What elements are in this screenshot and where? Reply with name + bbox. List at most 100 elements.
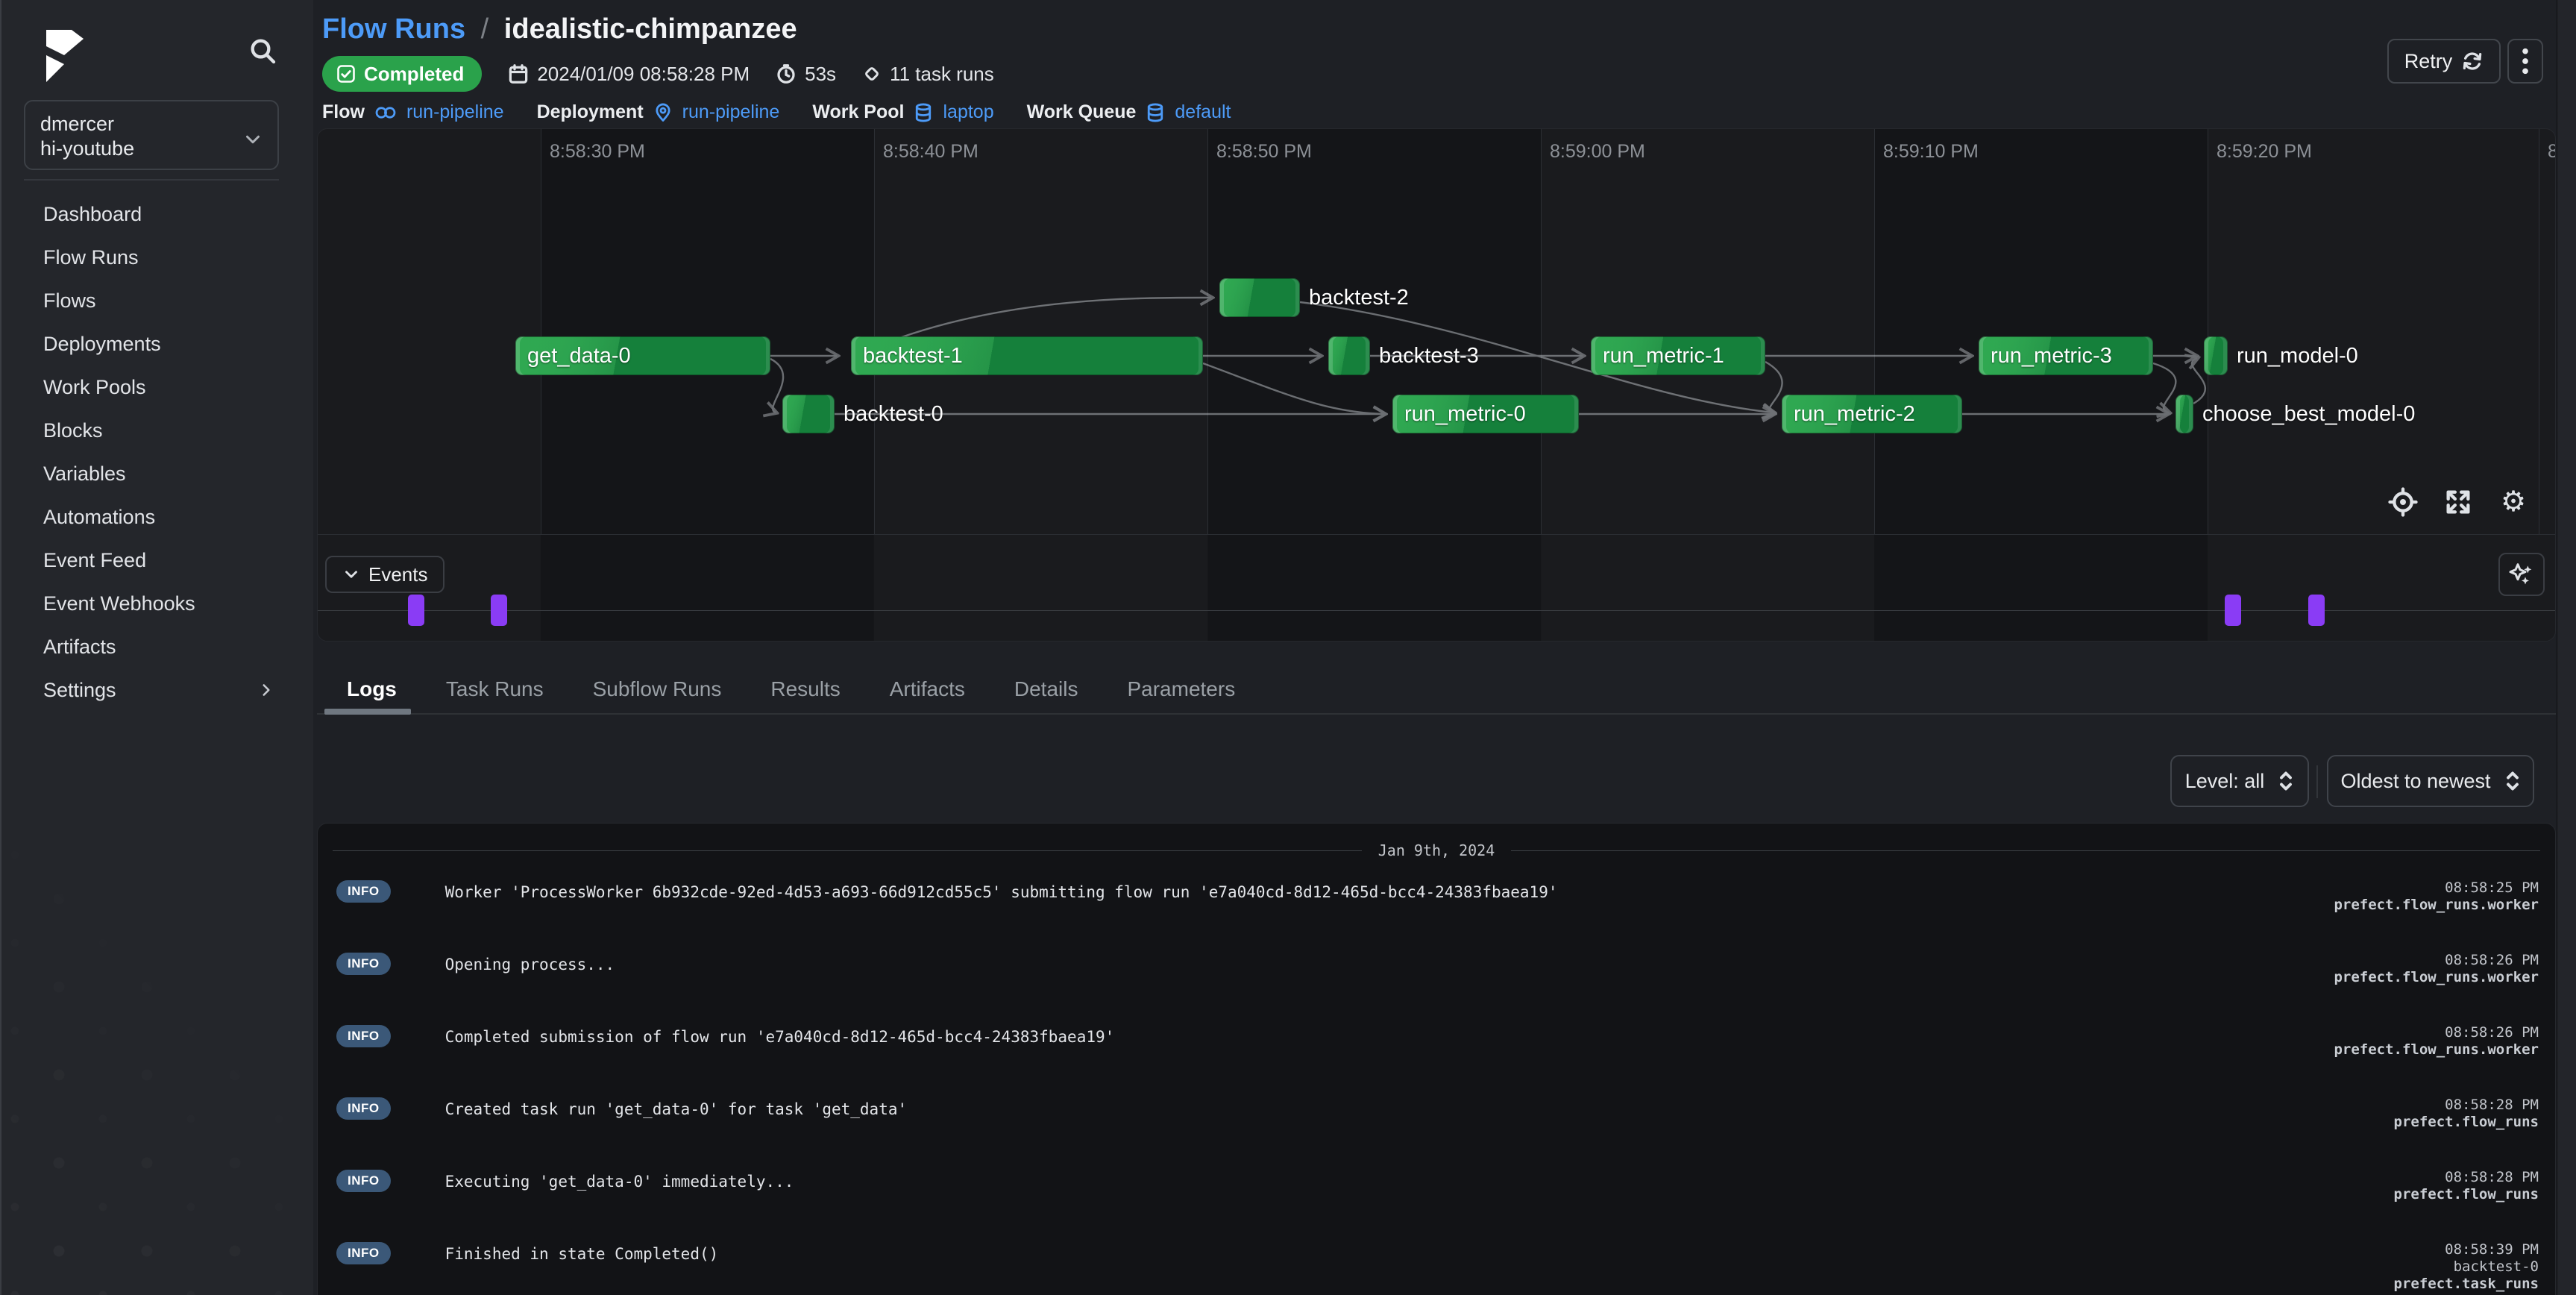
log-level-filter[interactable]: Level: all xyxy=(2170,755,2309,807)
task-node-run-metric-0[interactable]: run_metric-0 xyxy=(1392,395,1579,433)
event-marker[interactable] xyxy=(491,595,507,626)
log-sort-filter[interactable]: Oldest to newest xyxy=(2327,755,2534,807)
task-node-label: choose_best_model-0 xyxy=(2193,395,2415,433)
log-level-badge: INFO xyxy=(336,880,391,903)
task-node-get-data-0[interactable]: get_data-0 xyxy=(515,336,770,375)
sidebar-item-flows[interactable]: Flows xyxy=(1,279,315,322)
log-source: prefect.flow_runs.worker xyxy=(2334,1041,2539,1059)
meta-link-run-pipeline[interactable]: run-pipeline xyxy=(406,101,504,123)
work-pool-icon xyxy=(913,102,934,123)
log-panel: Jan 9th, 2024 INFOWorker 'ProcessWorker … xyxy=(317,823,2556,1295)
task-node-backtest-2[interactable]: backtest-2 xyxy=(1219,278,1300,317)
meta-link-run-pipeline[interactable]: run-pipeline xyxy=(682,101,780,123)
log-timestamp: 08:58:25 PM xyxy=(2334,879,2539,897)
log-row: INFOCreated task run 'get_data-0' for ta… xyxy=(318,1076,2555,1149)
work-queue-icon xyxy=(1145,102,1166,123)
tab-details[interactable]: Details xyxy=(1014,671,1078,713)
tab-results[interactable]: Results xyxy=(770,671,840,713)
meta-label: Flow xyxy=(322,101,365,123)
timeline-settings-button[interactable]: ⚙ xyxy=(2497,486,2530,518)
sidebar-item-work-pools[interactable]: Work Pools xyxy=(1,366,315,409)
sidebar-item-label: Flows xyxy=(43,289,96,312)
task-node-label: get_data-0 xyxy=(527,336,631,375)
log-meta: 08:58:25 PMprefect.flow_runs.worker xyxy=(2334,879,2539,914)
workspace-selector[interactable]: dmercer hi-youtube xyxy=(24,100,279,170)
sidebar-item-variables[interactable]: Variables xyxy=(1,452,315,495)
sidebar-item-label: Deployments xyxy=(43,333,161,355)
sidebar-item-label: Dashboard xyxy=(43,203,142,225)
tab-task-runs[interactable]: Task Runs xyxy=(446,671,544,713)
retry-button[interactable]: Retry xyxy=(2387,39,2501,84)
tab-logs[interactable]: Logs xyxy=(347,671,397,713)
breadcrumb-flow-runs-link[interactable]: Flow Runs xyxy=(322,13,465,45)
chevron-down-icon xyxy=(242,128,264,151)
log-source: prefect.flow_runs xyxy=(2394,1186,2539,1203)
timeline-panel: 8:58:30 PM8:58:40 PM8:58:50 PM8:59:00 PM… xyxy=(317,128,2556,642)
kebab-menu-button[interactable] xyxy=(2507,39,2543,84)
task-node-choose-best-model-0[interactable]: choose_best_model-0 xyxy=(2176,395,2193,433)
meta-link-default[interactable]: default xyxy=(1175,101,1231,123)
meta-link-laptop[interactable]: laptop xyxy=(943,101,993,123)
task-node-backtest-3[interactable]: backtest-3 xyxy=(1328,336,1370,375)
filter-divider xyxy=(2316,765,2318,798)
search-button[interactable] xyxy=(248,33,283,69)
event-marker[interactable] xyxy=(2225,595,2241,626)
meta-label: Deployment xyxy=(537,101,644,123)
flow-icon xyxy=(374,103,398,122)
task-node-run-model-0[interactable]: run_model-0 xyxy=(2204,336,2228,375)
log-timestamp: 08:58:28 PM xyxy=(2394,1169,2539,1186)
recenter-button[interactable] xyxy=(2387,486,2419,518)
task-node-backtest-0[interactable]: backtest-0 xyxy=(782,395,835,433)
sidebar-item-deployments[interactable]: Deployments xyxy=(1,322,315,366)
flow-meta-row: Flow run-pipeline Deployment run-pipeline Wo… xyxy=(322,101,1231,123)
sidebar-item-settings[interactable]: Settings xyxy=(1,668,315,712)
task-node-run-metric-1[interactable]: run_metric-1 xyxy=(1591,336,1765,375)
workspace-org: dmercer xyxy=(40,112,263,137)
sidebar-item-label: Variables xyxy=(43,462,126,485)
task-node-run-metric-3[interactable]: run_metric-3 xyxy=(1979,336,2153,375)
tab-artifacts[interactable]: Artifacts xyxy=(890,671,965,713)
sidebar-nav: Dashboard Flow Runs Flows Deployments Work P… xyxy=(1,192,315,712)
task-node-backtest-1[interactable]: backtest-1 xyxy=(851,336,1203,375)
events-filter-button[interactable] xyxy=(2498,553,2545,596)
event-marker[interactable] xyxy=(2308,595,2325,626)
tab-parameters[interactable]: Parameters xyxy=(1127,671,1235,713)
status-badge: Completed xyxy=(322,56,482,92)
sidebar-item-flow-runs[interactable]: Flow Runs xyxy=(1,236,315,279)
meta-flow: Flow run-pipeline xyxy=(322,101,504,123)
log-timestamp: 08:58:26 PM xyxy=(2334,1024,2539,1041)
log-message: Finished in state Completed() xyxy=(391,1241,2394,1265)
sidebar-item-automations[interactable]: Automations xyxy=(1,495,315,539)
sidebar-item-label: Artifacts xyxy=(43,636,116,658)
sidebar-item-dashboard[interactable]: Dashboard xyxy=(1,192,315,236)
log-source: prefect.flow_runs xyxy=(2394,1114,2539,1131)
log-message: Opening process... xyxy=(391,951,2334,976)
task-node-run-metric-2[interactable]: run_metric-2 xyxy=(1782,395,1962,433)
page-scrollbar[interactable] xyxy=(2557,0,2576,1295)
sidebar-item-blocks[interactable]: Blocks xyxy=(1,409,315,452)
fullscreen-button[interactable] xyxy=(2442,486,2475,518)
tab-subflow-runs[interactable]: Subflow Runs xyxy=(593,671,722,713)
sparkles-icon xyxy=(2507,559,2536,589)
log-source: prefect.flow_runs.worker xyxy=(2334,897,2539,914)
sidebar-item-artifacts[interactable]: Artifacts xyxy=(1,625,315,668)
sidebar-item-event-feed[interactable]: Event Feed xyxy=(1,539,315,582)
event-marker[interactable] xyxy=(408,595,424,626)
task-node-label: run_metric-2 xyxy=(1794,395,1915,433)
task-node-label: backtest-0 xyxy=(835,395,943,433)
sidebar-item-event-webhooks[interactable]: Event Webhooks xyxy=(1,582,315,625)
tab-bar: Logs Task Runs Subflow Runs Results Artifact… xyxy=(317,671,2556,715)
log-row: INFOCompleted submission of flow run 'e7… xyxy=(318,1004,2555,1076)
meta-work-queue: Work Queue default xyxy=(1027,101,1231,123)
task-node-label: backtest-2 xyxy=(1300,278,1409,317)
task-node-label: run_model-0 xyxy=(2228,336,2358,375)
log-level-badge: INFO xyxy=(336,1170,391,1192)
events-toggle-button[interactable]: Events xyxy=(325,556,444,593)
kebab-icon xyxy=(2522,46,2529,76)
sidebar-item-label: Event Webhooks xyxy=(43,592,195,615)
meta-label: Work Queue xyxy=(1027,101,1137,123)
active-tab-indicator xyxy=(324,709,411,715)
events-divider xyxy=(318,534,2555,535)
task-node-label: run_metric-0 xyxy=(1404,395,1526,433)
log-level-badge: INFO xyxy=(336,1025,391,1047)
